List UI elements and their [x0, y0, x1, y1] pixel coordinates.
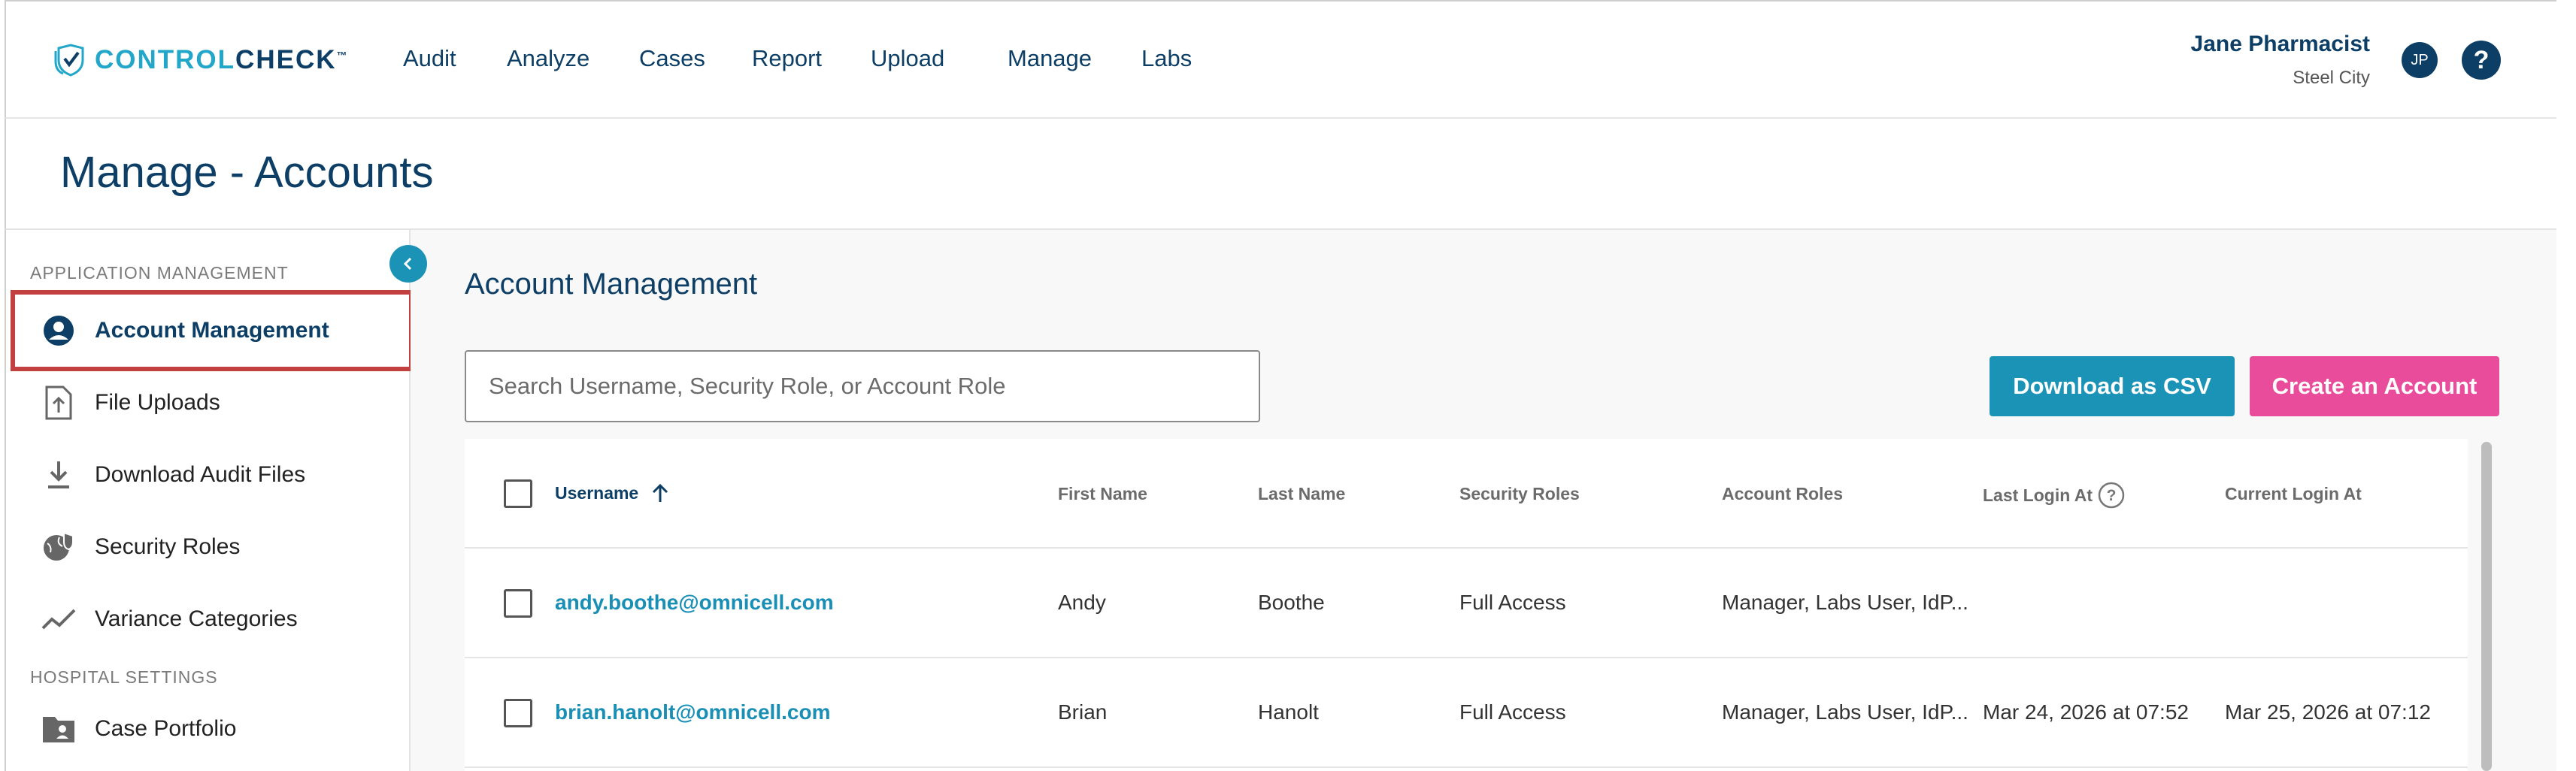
sidebar-item-file-uploads[interactable]: File Uploads	[6, 367, 411, 439]
column-header-last-login-at[interactable]: Last Login At ?	[1983, 481, 2126, 509]
sidebar-item-download-audit-files[interactable]: Download Audit Files	[6, 439, 411, 511]
first-name-cell: Andy	[1058, 591, 1106, 614]
table-scrollbar[interactable]	[2481, 442, 2492, 771]
folder-person-icon	[41, 711, 77, 747]
download-csv-button[interactable]: Download as CSV	[1990, 356, 2235, 416]
column-header-last-name[interactable]: Last Name	[1258, 484, 1345, 504]
section-application-management: APPLICATION MANAGEMENT	[30, 263, 289, 283]
username-link[interactable]: andy.boothe@omnicell.com	[555, 591, 834, 615]
help-circle-icon[interactable]: ?	[2097, 481, 2126, 509]
trend-line-icon	[41, 601, 77, 637]
user-location: Steel City	[2293, 68, 2370, 88]
nav-report[interactable]: Report	[752, 45, 822, 72]
sidebar-item-label: Variance Categories	[95, 606, 298, 631]
chevron-left-icon	[403, 257, 412, 271]
table-row: andy.boothe@omnicell.com Andy Boothe Ful…	[465, 549, 2468, 658]
row-checkbox[interactable]	[504, 699, 532, 727]
page-title-band: Manage - Accounts	[5, 119, 2556, 230]
create-account-button[interactable]: Create an Account	[2250, 356, 2499, 416]
user-info[interactable]: Jane Pharmacist Steel City	[2191, 32, 2370, 89]
select-all-checkbox[interactable]	[504, 479, 532, 508]
sidebar-item-account-management[interactable]: Account Management	[6, 295, 411, 367]
svg-text:?: ?	[2107, 487, 2117, 504]
sidebar-item-label: Account Management	[95, 318, 329, 343]
column-header-username[interactable]: Username	[555, 482, 669, 503]
file-upload-icon	[41, 385, 77, 421]
sidebar-item-security-roles[interactable]: Security Roles	[6, 511, 411, 583]
nav-analyze[interactable]: Analyze	[507, 45, 589, 72]
column-header-first-name[interactable]: First Name	[1058, 484, 1147, 504]
account-roles-cell: Manager, Labs User, IdP...	[1722, 591, 1968, 614]
security-roles-cell: Full Access	[1459, 700, 1566, 724]
nav-manage[interactable]: Manage	[1008, 45, 1092, 72]
column-header-security-roles[interactable]: Security Roles	[1459, 484, 1580, 504]
sidebar: APPLICATION MANAGEMENT Account Managemen…	[5, 230, 414, 771]
logo-wordmark: CONTROLCHECK™	[95, 45, 349, 74]
sidebar-item-label: Security Roles	[95, 534, 241, 559]
page-title: Manage - Accounts	[60, 148, 434, 197]
sort-ascending-icon	[652, 483, 668, 502]
account-roles-cell: Manager, Labs User, IdP...	[1722, 700, 1968, 724]
column-header-account-roles[interactable]: Account Roles	[1722, 484, 1843, 504]
avatar[interactable]: JP	[2402, 42, 2438, 78]
controlcheck-logo[interactable]: CONTROLCHECK™	[54, 44, 349, 77]
question-mark-icon: ?	[2473, 45, 2490, 74]
sidebar-item-variance-categories[interactable]: Variance Categories	[6, 583, 411, 655]
security-globe-icon	[41, 529, 77, 565]
top-navigation-bar: CONTROLCHECK™ Audit Analyze Cases Report…	[5, 0, 2556, 119]
search-input[interactable]	[465, 350, 1260, 422]
security-roles-cell: Full Access	[1459, 591, 1566, 614]
collapse-sidebar-button[interactable]	[389, 245, 427, 283]
nav-audit[interactable]: Audit	[403, 45, 456, 72]
section-hospital-settings: HOSPITAL SETTINGS	[30, 667, 218, 687]
table-header-row: Username First Name Last Name Security R…	[465, 439, 2468, 549]
sidebar-item-label: Download Audit Files	[95, 462, 306, 487]
scrollbar-thumb[interactable]	[2481, 442, 2492, 771]
accounts-table: Username First Name Last Name Security R…	[465, 439, 2468, 771]
sidebar-item-label: File Uploads	[95, 390, 220, 415]
nav-cases[interactable]: Cases	[639, 45, 705, 72]
nav-labs[interactable]: Labs	[1141, 45, 1192, 72]
column-header-current-login-at[interactable]: Current Login At	[2225, 484, 2362, 504]
first-name-cell: Brian	[1058, 700, 1108, 724]
nav-upload[interactable]: Upload	[871, 45, 944, 72]
main-content: Account Management Download as CSV Creat…	[411, 230, 2556, 771]
user-name: Jane Pharmacist	[2190, 32, 2370, 56]
last-name-cell: Hanolt	[1258, 700, 1319, 724]
table-row: brian.hanolt@omnicell.com Brian Hanolt F…	[465, 658, 2468, 768]
download-icon	[41, 457, 77, 493]
shield-check-logo-icon	[54, 44, 84, 77]
account-circle-icon	[41, 313, 77, 349]
help-button[interactable]: ?	[2462, 41, 2501, 80]
sidebar-item-label: Case Portfolio	[95, 716, 237, 741]
section-title: Account Management	[465, 268, 758, 301]
username-link[interactable]: brian.hanolt@omnicell.com	[555, 700, 830, 724]
row-checkbox[interactable]	[504, 589, 532, 618]
current-login-cell: Mar 25, 2026 at 07:12	[2225, 700, 2431, 724]
last-name-cell: Boothe	[1258, 591, 1325, 614]
sidebar-item-case-portfolio[interactable]: Case Portfolio	[6, 693, 411, 765]
last-login-cell: Mar 24, 2026 at 07:52	[1983, 700, 2189, 724]
